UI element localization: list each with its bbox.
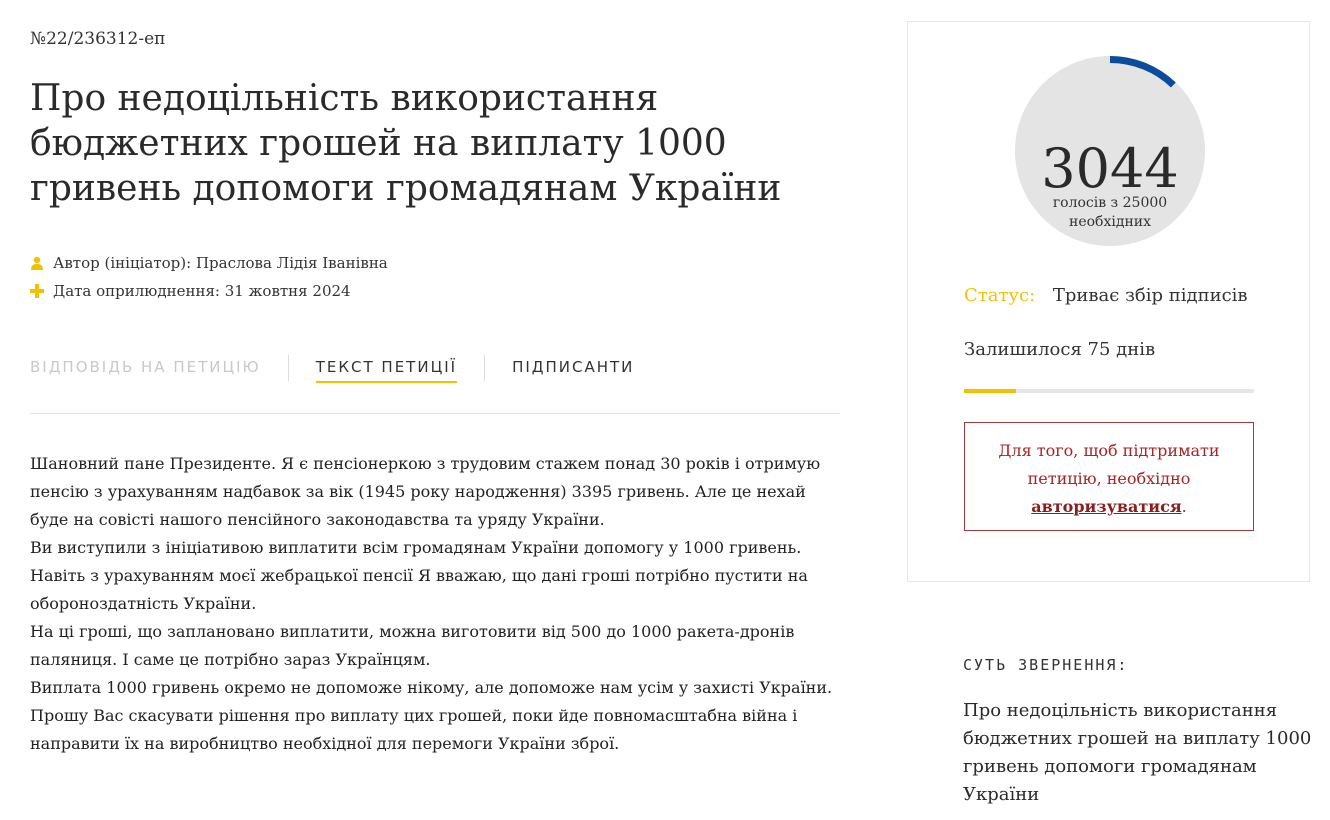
petition-tabs: ВІДПОВІДЬ НА ПЕТИЦІЮ ТЕКСТ ПЕТИЦІЇ ПІДПИ… <box>30 355 840 388</box>
votes-progress-circle: 3044 голосів з 25000 необхідних <box>1013 54 1207 248</box>
user-icon <box>30 256 44 270</box>
votes-count: 3044 <box>1041 137 1179 200</box>
auth-notice-suffix: . <box>1181 497 1187 516</box>
tab-separator <box>484 355 486 381</box>
plus-icon <box>30 284 44 298</box>
tabs-divider <box>30 413 840 414</box>
tab-petition-text[interactable]: ТЕКСТ ПЕТИЦІЇ <box>315 358 458 383</box>
essence-label: СУТЬ ЗВЕРНЕННЯ: <box>963 656 1129 674</box>
tab-separator <box>287 355 289 381</box>
petition-number: №22/236312-еп <box>30 29 166 49</box>
login-link[interactable]: авторизуватися <box>1031 497 1181 516</box>
petition-body: Шановний пане Президенте. Я є пенсіонерк… <box>30 450 840 758</box>
author-text: Автор (ініціатор): Праслова Лідія Іванів… <box>53 254 388 272</box>
status-value: Триває збір підписів <box>1052 285 1248 306</box>
body-paragraph: Шановний пане Президенте. Я є пенсіонерк… <box>30 454 821 529</box>
body-paragraph: Виплата 1000 гривень окремо не допоможе … <box>30 678 833 697</box>
auth-notice-text: Для того, щоб підтримати петицію, необхі… <box>998 441 1220 488</box>
petition-date: Дата оприлюднення: 31 жовтня 2024 <box>30 282 351 300</box>
body-paragraph: Ви виступили з ініціативою виплатити всі… <box>30 538 808 613</box>
auth-notice: Для того, щоб підтримати петицію, необхі… <box>964 422 1254 531</box>
petition-title: Про недоцільність використання бюджетних… <box>30 78 782 209</box>
body-paragraph: Прошу Вас скасувати рішення про виплату … <box>30 706 798 753</box>
votes-subtitle: голосів з 25000 необхідних <box>1052 195 1168 230</box>
tab-response[interactable]: ВІДПОВІДЬ НА ПЕТИЦІЮ <box>30 358 261 381</box>
days-progress-bar <box>964 389 1254 393</box>
date-text: Дата оприлюднення: 31 жовтня 2024 <box>53 282 351 300</box>
petition-sidebar-card: 3044 голосів з 25000 необхідних Статус: … <box>907 21 1310 582</box>
petition-status: Статус: Триває збір підписів <box>964 285 1248 306</box>
tab-signers[interactable]: ПІДПИСАНТИ <box>512 358 634 381</box>
body-paragraph: На ці гроші, що заплановано виплатити, м… <box>30 622 795 669</box>
days-progress-fill <box>964 389 1017 393</box>
petition-author: Автор (ініціатор): Праслова Лідія Іванів… <box>30 254 388 272</box>
status-label: Статус: <box>964 285 1036 306</box>
days-remaining: Залишилося 75 днів <box>964 339 1156 360</box>
essence-text: Про недоцільність використання бюджетних… <box>963 700 1312 805</box>
